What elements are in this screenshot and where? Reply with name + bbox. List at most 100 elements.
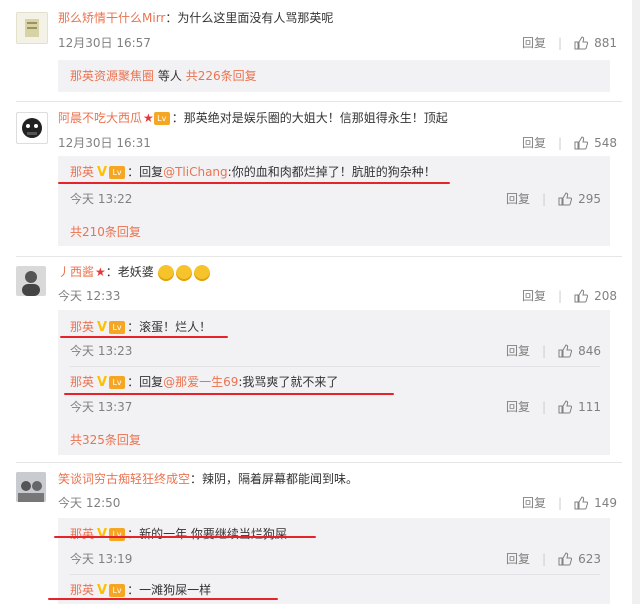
sub-timestamp: 今天 13:22 (70, 192, 133, 206)
sub-text: ：一滩狗屎一样 (127, 583, 212, 597)
mention-link[interactable]: @那爱一生69 (163, 375, 238, 389)
summary-count[interactable]: 共226条回复 (186, 69, 257, 83)
like-count: 548 (594, 135, 617, 150)
sub-divider (70, 366, 600, 367)
actions: 回复 | 208 (522, 287, 617, 304)
sub-username[interactable]: 那英 (70, 165, 94, 179)
sub-username[interactable]: 那英 (70, 583, 94, 597)
comment-text: ：那英绝对是娱乐圈的大姐大！信那姐得永生！顶起 (171, 111, 448, 125)
like-count: 881 (594, 35, 617, 50)
like-count: 623 (578, 551, 601, 566)
vip-icon: V (97, 527, 108, 542)
avatar[interactable] (16, 12, 48, 44)
highlight-underline (48, 598, 278, 600)
sub-actions: 回复 | 111 (506, 398, 601, 415)
comment-line: 笑谈词穷古痴轻狂终成空：辣阴，隔着屏幕都能闻到味。 (58, 471, 358, 487)
vip-icon: V (97, 165, 108, 180)
divider (16, 462, 622, 463)
sub-text: :你的血和肉都烂掉了！肮脏的狗杂种！ (227, 165, 436, 179)
summary-user[interactable]: 那英资源聚焦圈 (70, 69, 154, 83)
avatar[interactable] (16, 266, 46, 296)
sub-actions: 回复 | 295 (506, 190, 601, 207)
scrollbar[interactable] (632, 0, 640, 604)
emoji-icon (175, 264, 192, 281)
sub-username[interactable]: 那英 (70, 375, 94, 389)
like-icon[interactable] (558, 551, 573, 566)
sub-reply-line: 那英 V Lv ：新的一年 你要继续当烂狗屎 (70, 526, 287, 543)
vip-icon: V (97, 320, 108, 335)
like-count: 208 (594, 288, 617, 303)
sub-text: ：新的一年 你要继续当烂狗屎 (127, 527, 287, 541)
highlight-underline (60, 336, 228, 338)
sub-reply-line: 那英 V Lv ：一滩狗屎一样 (70, 582, 211, 599)
timestamp: 12月30日 16:31 (58, 136, 151, 150)
sub-divider (70, 574, 600, 575)
sub-actions: 回复 | 846 (506, 342, 601, 359)
like-count: 149 (594, 495, 617, 510)
sub-prefix: ：回复 (127, 375, 164, 389)
reply-button[interactable]: 回复 (506, 398, 530, 415)
level-badge-icon: Lv (109, 584, 126, 597)
reply-button[interactable]: 回复 (506, 190, 530, 207)
username[interactable]: 阿晨不吃大西瓜 (58, 111, 142, 125)
like-icon[interactable] (574, 135, 589, 150)
timestamp: 今天 12:50 (58, 496, 121, 510)
reply-button[interactable]: 回复 (522, 34, 546, 51)
comment-line: 那么矫情干什么Mirr：为什么这里面没有人骂那英呢 (58, 10, 333, 26)
comment-text: ：为什么这里面没有人骂那英呢 (165, 11, 334, 25)
sub-username[interactable]: 那英 (70, 527, 94, 541)
username[interactable]: 笑谈词穷古痴轻狂终成空 (58, 472, 190, 486)
vip-icon: V (97, 375, 108, 390)
more-replies-link[interactable]: 共210条回复 (70, 224, 141, 240)
level-badge-icon: Lv (153, 112, 170, 125)
reply-button[interactable]: 回复 (522, 494, 546, 511)
highlight-underline (54, 536, 316, 538)
sub-prefix: ：回复 (127, 165, 164, 179)
like-count: 295 (578, 191, 601, 206)
divider (16, 256, 622, 257)
mention-link[interactable]: @TliChang (163, 165, 228, 179)
timestamp: 12月30日 16:57 (58, 36, 151, 50)
like-icon[interactable] (558, 343, 573, 358)
highlight-underline (58, 182, 450, 184)
level-badge-icon: Lv (109, 321, 126, 334)
like-icon[interactable] (574, 495, 589, 510)
reply-button[interactable]: 回复 (506, 342, 530, 359)
like-icon[interactable] (558, 191, 573, 206)
level-badge-icon: Lv (109, 166, 126, 179)
comment-text: ：老妖婆 (105, 265, 154, 279)
level-badge-icon: Lv (109, 528, 126, 541)
emoji-icon (193, 264, 210, 281)
avatar[interactable] (16, 112, 48, 144)
timestamp: 今天 12:33 (58, 289, 121, 303)
sub-username[interactable]: 那英 (70, 320, 94, 334)
more-replies-link[interactable]: 共325条回复 (70, 432, 141, 448)
reply-button[interactable]: 回复 (522, 287, 546, 304)
comment-line: 丿西酱★：老妖婆 (58, 264, 212, 281)
sub-reply-line: 那英 V Lv ：回复@那爱一生69:我骂爽了就不来了 (70, 374, 338, 391)
sub-timestamp: 今天 13:23 (70, 344, 133, 358)
sub-text: ：滚蛋！烂人！ (127, 320, 212, 334)
like-count: 111 (578, 399, 601, 414)
actions: 回复 | 881 (522, 34, 617, 51)
like-icon[interactable] (574, 35, 589, 50)
like-icon[interactable] (574, 288, 589, 303)
reply-button[interactable]: 回复 (522, 134, 546, 151)
reply-summary[interactable]: 那英资源聚焦圈 等人 共226条回复 (70, 68, 257, 84)
sub-actions: 回复 | 623 (506, 550, 601, 567)
summary-mid: 等人 (157, 69, 182, 83)
divider (16, 101, 622, 102)
like-count: 846 (578, 343, 601, 358)
star-icon: ★ (95, 265, 106, 279)
actions: 回复 | 548 (522, 134, 617, 151)
highlight-underline (64, 393, 394, 395)
username[interactable]: 丿西酱 (58, 265, 94, 279)
username[interactable]: 那么矫情干什么Mirr (58, 11, 165, 25)
vip-icon: V (97, 583, 108, 598)
like-icon[interactable] (558, 399, 573, 414)
reply-button[interactable]: 回复 (506, 550, 530, 567)
sub-timestamp: 今天 13:37 (70, 400, 133, 414)
sub-text: :我骂爽了就不来了 (238, 375, 339, 389)
avatar[interactable] (16, 472, 46, 502)
actions: 回复 | 149 (522, 494, 617, 511)
